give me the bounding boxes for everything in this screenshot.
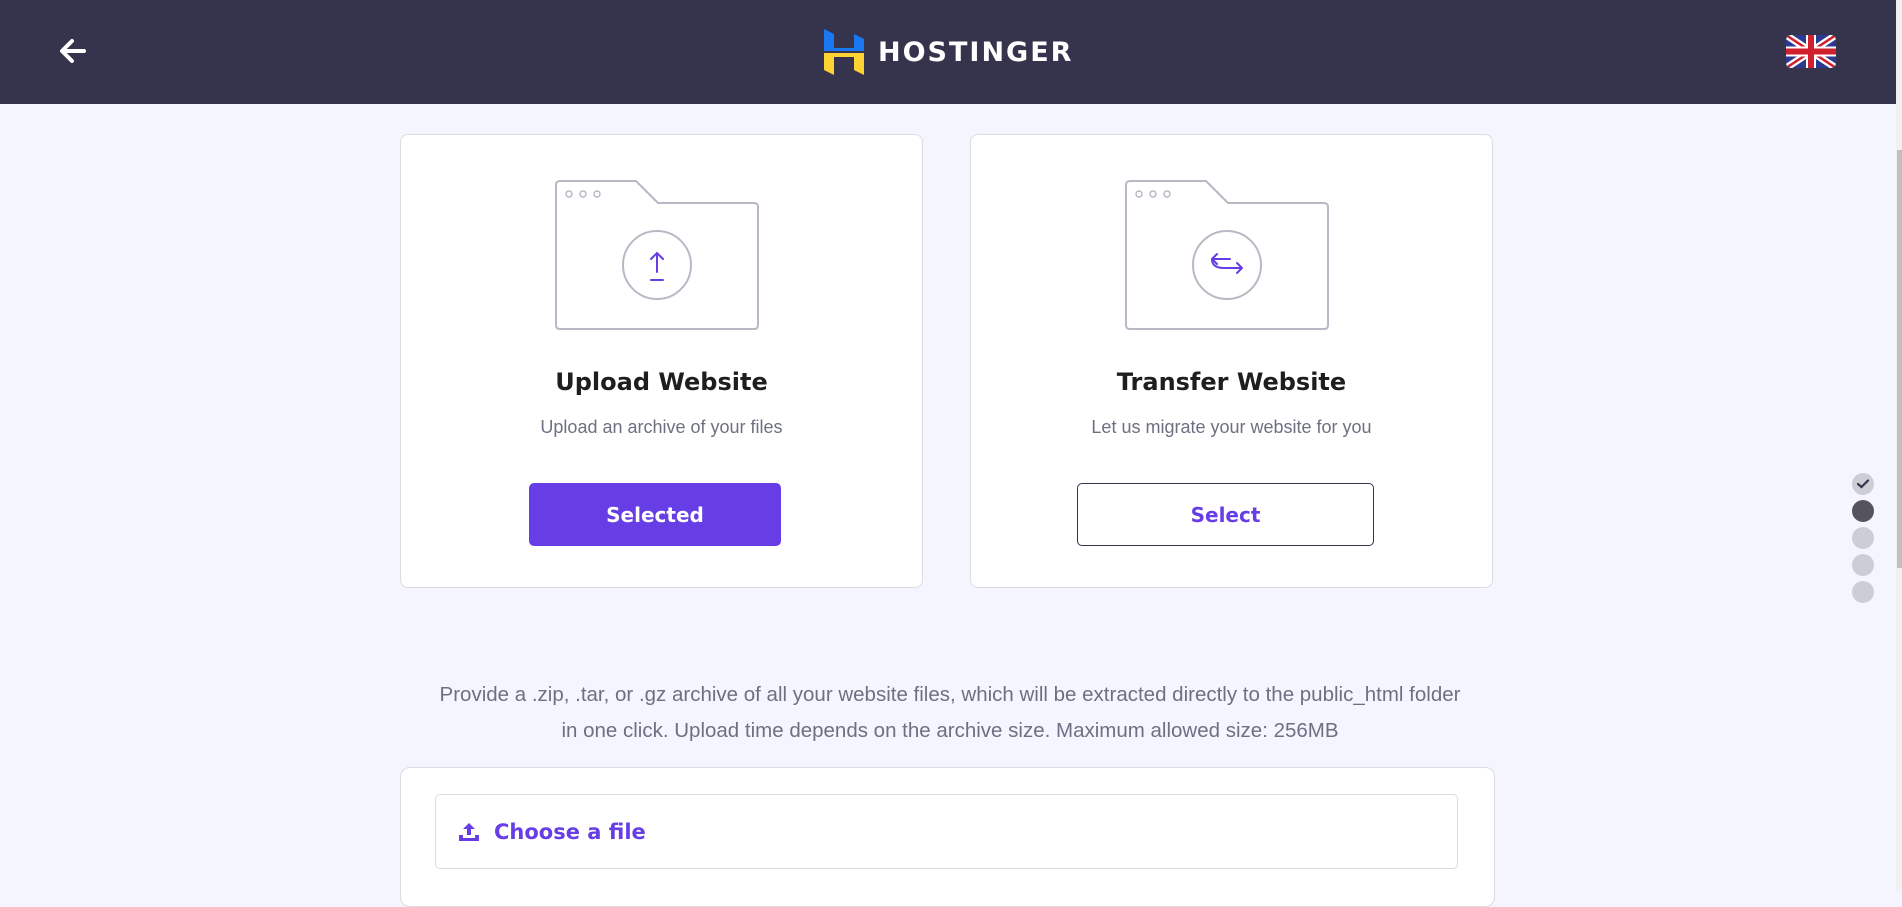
upload-panel: Choose a file (400, 767, 1495, 907)
checkmark-icon (1857, 479, 1869, 489)
option-description: Upload an archive of your files (540, 417, 783, 437)
progress-steps (1852, 473, 1874, 608)
hostinger-logo-icon (824, 29, 864, 75)
step-1-completed[interactable] (1852, 473, 1874, 495)
arrow-left-icon (60, 39, 86, 63)
step-5[interactable] (1852, 581, 1874, 603)
page-scrollbar[interactable] (1896, 0, 1902, 891)
option-title: Upload Website (555, 368, 768, 396)
file-upload-icon (459, 822, 479, 841)
option-card-transfer[interactable]: Transfer Website Let us migrate your web… (970, 134, 1493, 588)
instructions-line-2: in one click. Upload time depends on the… (561, 719, 1339, 742)
step-2-current[interactable] (1852, 500, 1874, 522)
uk-flag-icon (1786, 35, 1836, 68)
upload-folder-illustration (555, 180, 759, 330)
selected-button[interactable]: Selected (529, 483, 781, 546)
back-button[interactable] (56, 34, 90, 68)
transfer-folder-illustration (1125, 180, 1329, 330)
brand-name: HOSTINGER (878, 36, 1074, 68)
top-header: HOSTINGER (0, 0, 1896, 104)
hostinger-logo[interactable]: HOSTINGER (824, 28, 1073, 76)
language-selector[interactable] (1786, 35, 1836, 68)
instructions-line-1: Provide a .zip, .tar, or .gz archive of … (439, 683, 1461, 706)
option-title: Transfer Website (1116, 368, 1347, 396)
step-3[interactable] (1852, 527, 1874, 549)
upload-instructions: Provide a .zip, .tar, or .gz archive of … (380, 677, 1520, 749)
step-4[interactable] (1852, 554, 1874, 576)
option-card-upload[interactable]: Upload Website Upload an archive of your… (400, 134, 923, 588)
choose-file-input[interactable]: Choose a file (435, 794, 1458, 869)
scrollbar-thumb[interactable] (1897, 150, 1902, 568)
option-description: Let us migrate your website for you (1091, 417, 1372, 437)
select-button[interactable]: Select (1077, 483, 1374, 546)
choose-file-label: Choose a file (494, 819, 646, 844)
